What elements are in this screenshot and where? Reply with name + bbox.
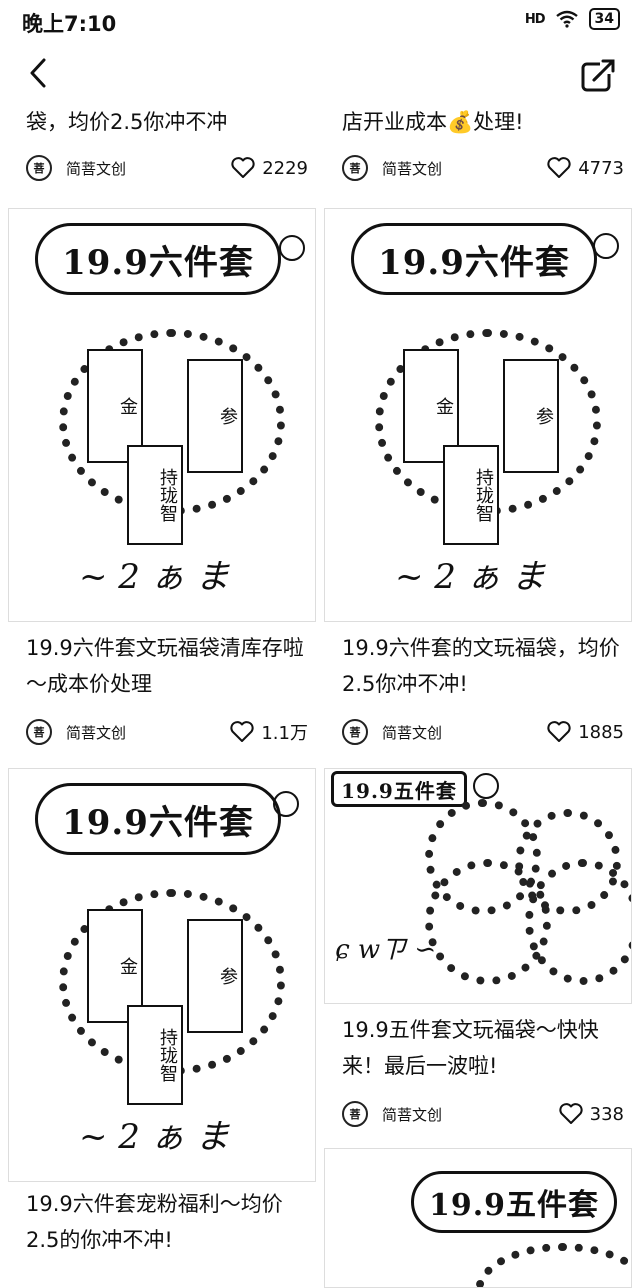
status-icons: HD 34 [525, 8, 620, 30]
status-bar: 晚上7:10 HD 34 [0, 0, 640, 40]
play-icon [273, 791, 299, 817]
thumbnail-tag: 持珑智 [127, 1005, 183, 1105]
like-count: 1.1万 [261, 723, 308, 744]
thumbnail-tag: 持珑智 [443, 445, 499, 545]
wifi-icon [555, 10, 578, 28]
feed-card[interactable]: 店开业成本💰处理! 菩 简菩文创 4773 [324, 104, 632, 188]
feed-card[interactable]: 袋，均价2.5你冲不冲 菩 简菩文创 2229 [8, 104, 316, 188]
like-count: 338 [589, 1103, 624, 1125]
thumbnail-scribble: ~ 2 ぁ ま [79, 1117, 230, 1157]
card-title: 19.9六件套的文玩福袋，均价2.5你冲不冲! [342, 636, 620, 696]
author-avatar[interactable]: 菩 [26, 155, 52, 181]
battery-icon: 34 [588, 8, 620, 30]
signal-icon: HD [524, 11, 546, 27]
card-meta: 菩 简菩文创 2229 [26, 148, 308, 188]
card-meta: 菩 简菩文创 338 [342, 1094, 624, 1134]
top-bar [0, 44, 640, 106]
play-icon [279, 235, 305, 261]
thumbnail-badge: 19.9五件套 [411, 1171, 617, 1233]
thumbnail-badge: 19.9六件套 [351, 223, 597, 295]
author-avatar[interactable]: 菩 [342, 719, 368, 745]
thumbnail-badge: 19.9五件套 [331, 771, 467, 807]
heart-icon[interactable] [229, 720, 255, 744]
heart-icon[interactable] [558, 1102, 584, 1126]
card-meta: 菩 简菩文创 1.1万 [26, 712, 308, 752]
like-count: 4773 [578, 157, 624, 179]
author-avatar[interactable]: 菩 [342, 1101, 368, 1127]
thumbnail-tag: 参 [187, 359, 243, 473]
card-thumbnail: 19.9六件套 金 持珑智 参 ~ 2 ぁ ま [8, 208, 316, 622]
like-count: 2229 [262, 157, 308, 179]
card-meta: 菩 简菩文创 4773 [342, 148, 624, 188]
card-title: 19.9六件套文玩福袋清库存啦～成本价处理 [26, 636, 304, 696]
status-time: 晚上7:10 [22, 12, 117, 36]
beads-image [475, 1243, 631, 1287]
card-thumbnail: 19.9六件套 金 持珑智 参 ~ 2 ぁ ま [324, 208, 632, 622]
card-thumbnail: 19.9五件套 [324, 1148, 632, 1288]
like-count: 1885 [578, 721, 624, 743]
card-thumbnail: 19.9五件套 ɕ wㄗ ∽ [324, 768, 632, 1004]
thumbnail-tag: 参 [503, 359, 559, 473]
author-avatar[interactable]: 菩 [26, 719, 52, 745]
thumbnail-badge: 19.9六件套 [35, 223, 281, 295]
feed-card[interactable]: 19.9六件套 金 持珑智 参 ~ 2 ぁ ま 19.9六件套宠粉福利～均价2.… [8, 768, 316, 1258]
play-icon [473, 773, 499, 799]
heart-icon[interactable] [230, 156, 256, 180]
thumbnail-tag: 参 [187, 919, 243, 1033]
author-name[interactable]: 简菩文创 [66, 158, 230, 179]
author-name[interactable]: 简菩文创 [382, 1104, 558, 1125]
author-avatar[interactable]: 菩 [342, 155, 368, 181]
card-title: 店开业成本💰处理! [342, 110, 524, 134]
card-title: 袋，均价2.5你冲不冲 [26, 110, 228, 134]
card-meta: 菩 简菩文创 1885 [342, 712, 624, 752]
feed-card[interactable]: 19.9五件套 ɕ wㄗ ∽ 19.9五件套文玩福袋～快快来！最后一波啦! 菩 … [324, 768, 632, 1134]
card-title: 19.9五件套文玩福袋～快快来！最后一波啦! [342, 1018, 599, 1078]
author-name[interactable]: 简菩文创 [382, 722, 546, 743]
author-name[interactable]: 简菩文创 [382, 158, 546, 179]
thumbnail-tag: 持珑智 [127, 445, 183, 545]
play-icon [593, 233, 619, 259]
heart-icon[interactable] [546, 156, 572, 180]
heart-icon[interactable] [546, 720, 572, 744]
thumbnail-scribble: ɕ wㄗ ∽ [335, 935, 437, 965]
card-title: 19.9六件套宠粉福利～均价2.5的你冲不冲! [26, 1192, 283, 1252]
thumbnail-badge: 19.9六件套 [35, 783, 281, 855]
card-thumbnail: 19.9六件套 金 持珑智 参 ~ 2 ぁ ま [8, 768, 316, 1182]
beads-image [525, 859, 631, 985]
thumbnail-scribble: ~ 2 ぁ ま [395, 557, 546, 597]
share-icon[interactable] [578, 56, 618, 96]
back-icon[interactable] [20, 54, 60, 94]
thumbnail-scribble: ~ 2 ぁ ま [79, 557, 230, 597]
author-name[interactable]: 简菩文创 [66, 722, 229, 743]
feed-card[interactable]: 19.9六件套 金 持珑智 参 ~ 2 ぁ ま 19.9六件套文玩福袋清库存啦～… [8, 208, 316, 752]
feed-card[interactable]: 19.9六件套 金 持珑智 参 ~ 2 ぁ ま 19.9六件套的文玩福袋，均价2… [324, 208, 632, 752]
